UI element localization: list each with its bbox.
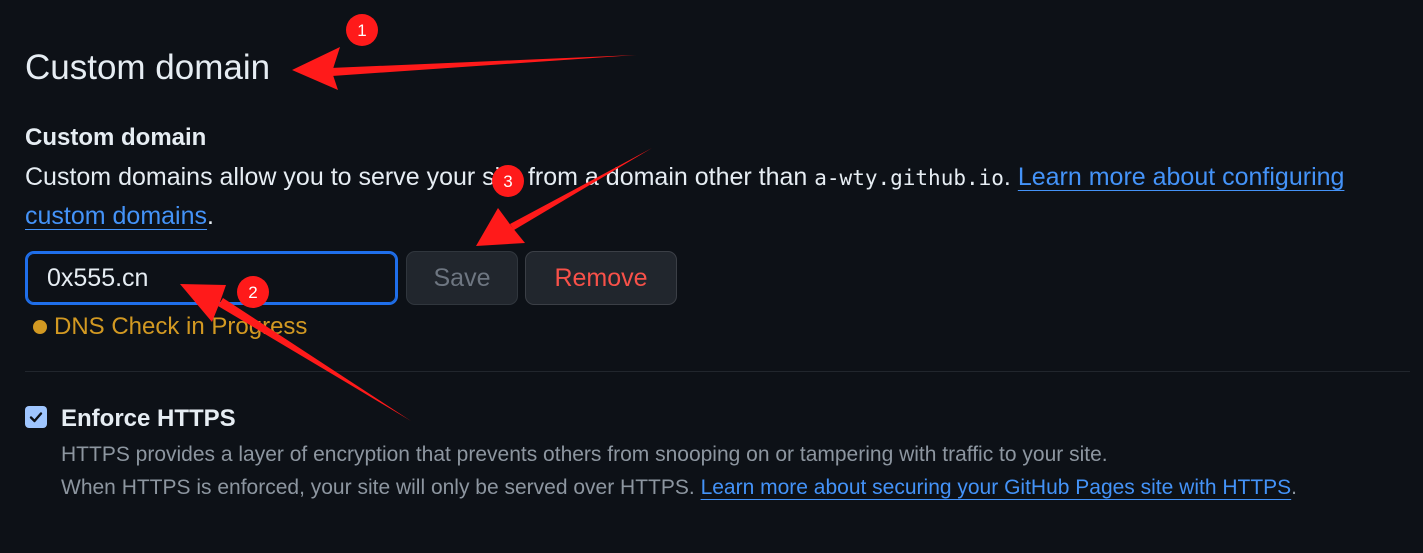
https-description: HTTPS provides a layer of encryption tha… bbox=[61, 438, 1401, 504]
remove-button[interactable]: Remove bbox=[525, 251, 677, 305]
dns-status-text: DNS Check in Progress bbox=[54, 313, 308, 340]
save-button[interactable]: Save bbox=[406, 251, 518, 305]
description-end: . bbox=[207, 202, 214, 230]
https-line-2-text: When HTTPS is enforced, your site will o… bbox=[61, 476, 701, 499]
annotation-badge-1: 1 bbox=[346, 14, 378, 46]
learn-more-https-link[interactable]: Learn more about securing your GitHub Pa… bbox=[701, 476, 1292, 499]
default-domain-code: a-wty.github.io bbox=[814, 166, 1004, 190]
enforce-https-checkbox[interactable] bbox=[25, 406, 47, 428]
description-text: Custom domains allow you to serve your s… bbox=[25, 163, 815, 191]
status-dot-icon bbox=[33, 320, 47, 334]
custom-domain-label: Custom domain bbox=[25, 124, 207, 151]
custom-domain-description: Custom domains allow you to serve your s… bbox=[25, 158, 1385, 235]
custom-domain-input[interactable] bbox=[25, 251, 398, 305]
badge-1-number: 1 bbox=[357, 21, 366, 40]
https-description-line-1: HTTPS provides a layer of encryption tha… bbox=[61, 443, 1108, 466]
annotation-arrow-1 bbox=[292, 47, 636, 90]
description-separator: . bbox=[1003, 163, 1018, 191]
pages-settings-panel: Custom domain Custom domain Custom domai… bbox=[0, 0, 1423, 553]
checkmark-icon bbox=[29, 412, 43, 423]
section-title: Custom domain bbox=[25, 48, 271, 87]
https-description-line-2: When HTTPS is enforced, your site will o… bbox=[61, 471, 1401, 504]
dns-status: DNS Check in Progress bbox=[33, 311, 307, 343]
enforce-https-label: Enforce HTTPS bbox=[61, 405, 236, 432]
divider bbox=[25, 371, 1410, 372]
https-line-2-end: . bbox=[1291, 476, 1298, 499]
